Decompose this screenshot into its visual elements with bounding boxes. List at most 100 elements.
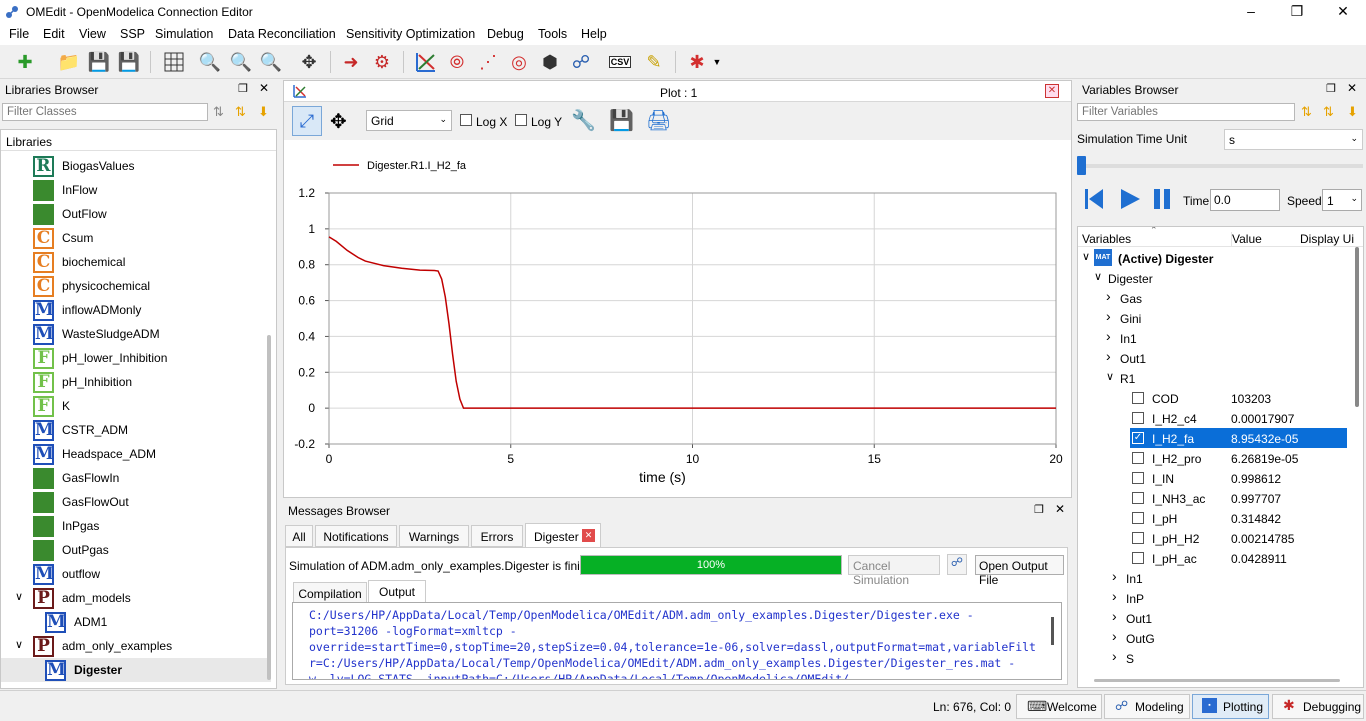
menu-debug[interactable]: Debug bbox=[487, 27, 524, 41]
plot-variable-checkbox[interactable] bbox=[1132, 492, 1144, 504]
expand-arrow-icon[interactable]: › bbox=[1106, 308, 1111, 324]
log-y-checkbox[interactable] bbox=[515, 114, 527, 126]
expand-arrow-icon[interactable]: › bbox=[1112, 648, 1117, 664]
play-icon[interactable] bbox=[1119, 188, 1141, 213]
grid-icon[interactable] bbox=[161, 49, 187, 75]
parametric-plot-icon[interactable]: ⦾ bbox=[444, 49, 470, 75]
variable-row[interactable]: COD 103203 bbox=[1078, 388, 1348, 408]
library-item[interactable]: InPgas bbox=[1, 514, 271, 538]
col-display-unit[interactable]: Display Ui bbox=[1300, 232, 1354, 246]
plot-variable-checkbox[interactable] bbox=[1132, 552, 1144, 564]
library-item[interactable]: OutFlow bbox=[1, 202, 271, 226]
setup-tools-icon[interactable]: 🔧 bbox=[571, 108, 596, 133]
libraries-scrollbar[interactable] bbox=[267, 335, 271, 680]
close-plot-icon[interactable]: ✕ bbox=[1045, 84, 1059, 98]
variable-value[interactable]: 0.00214785 bbox=[1231, 532, 1294, 546]
col-variables[interactable]: Variables bbox=[1082, 232, 1131, 246]
plot-variable-checkbox[interactable] bbox=[1132, 412, 1144, 424]
library-item[interactable]: GasFlowOut bbox=[1, 490, 271, 514]
restart-simulation-icon[interactable]: ☍ bbox=[947, 554, 967, 575]
close-tab-icon[interactable]: ✕ bbox=[582, 529, 595, 542]
tab-output[interactable]: Output bbox=[368, 580, 426, 603]
variable-value[interactable]: 0.00017907 bbox=[1231, 412, 1294, 426]
library-item[interactable]: Moutflow bbox=[1, 562, 271, 586]
variable-row[interactable]: I_IN 0.998612 bbox=[1078, 468, 1348, 488]
auto-scale-icon[interactable]: ⤢ bbox=[292, 106, 322, 136]
variable-tree-node[interactable]: › S bbox=[1078, 648, 1348, 668]
chevron-down-icon[interactable]: ▼ bbox=[710, 49, 724, 75]
variables-scrollbar[interactable] bbox=[1355, 247, 1359, 407]
tab-errors[interactable]: Errors bbox=[471, 525, 523, 547]
plot-variable-checkbox[interactable] bbox=[1132, 532, 1144, 544]
library-item[interactable]: M Headspace_ADM bbox=[1, 442, 271, 466]
library-item[interactable]: FpH_lower_Inhibition bbox=[1, 346, 271, 370]
time-unit-select[interactable]: s ⌄ bbox=[1224, 129, 1363, 150]
variable-row[interactable]: I_pH_ac 0.0428911 bbox=[1078, 548, 1348, 568]
variable-row[interactable]: I_NH3_ac 0.997707 bbox=[1078, 488, 1348, 508]
check-model-icon[interactable]: ➜ bbox=[338, 49, 364, 75]
zoom-out-icon[interactable]: 🔍 bbox=[258, 49, 284, 75]
library-item[interactable]: FpH_Inhibition bbox=[1, 370, 271, 394]
print-icon[interactable]: 🖨 bbox=[646, 108, 671, 133]
perspective-plotting[interactable]: ▪ Plotting bbox=[1192, 694, 1269, 719]
variable-tree-node[interactable]: ∨ MAT (Active) Digester bbox=[1078, 248, 1348, 268]
menu-file[interactable]: File bbox=[9, 27, 29, 41]
variable-tree-node[interactable]: › Out1 bbox=[1078, 608, 1348, 628]
expand-icon[interactable]: ⬇ bbox=[1347, 104, 1358, 120]
time-slider-handle[interactable] bbox=[1077, 156, 1086, 175]
expand-arrow-icon[interactable]: › bbox=[1106, 288, 1111, 304]
variable-value[interactable]: 0.0428911 bbox=[1231, 552, 1287, 566]
debugger-ladybug-icon[interactable]: ✱ bbox=[684, 49, 710, 75]
float-icon[interactable]: ❐ bbox=[1326, 82, 1336, 95]
menu-data-reconciliation[interactable]: Data Reconciliation bbox=[228, 27, 336, 41]
pause-icon[interactable] bbox=[1152, 188, 1172, 213]
time-slider[interactable] bbox=[1077, 164, 1363, 168]
expand-icon[interactable]: ⬇ bbox=[258, 104, 269, 120]
perspective-welcome[interactable]: ⌨ Welcome bbox=[1016, 694, 1102, 719]
variable-value[interactable]: 8.95432e-05 bbox=[1231, 432, 1298, 446]
open-output-file-button[interactable]: Open Output File bbox=[975, 555, 1064, 587]
menu-ssp[interactable]: SSP bbox=[120, 27, 145, 41]
zoom-reset-icon[interactable]: 🔍 bbox=[197, 49, 223, 75]
float-icon[interactable]: ❐ bbox=[238, 82, 248, 95]
variable-tree-node[interactable]: › Out1 bbox=[1078, 348, 1348, 368]
plot-variable-checkbox[interactable]: ✓ bbox=[1132, 432, 1144, 444]
close-icon[interactable]: ✕ bbox=[259, 81, 269, 95]
perspective-modeling[interactable]: ☍ Modeling bbox=[1104, 694, 1190, 719]
clear-broom-icon[interactable]: ✎ bbox=[641, 49, 667, 75]
variable-value[interactable]: 0.314842 bbox=[1231, 512, 1281, 526]
variable-value[interactable]: 0.997707 bbox=[1231, 492, 1281, 506]
save-all-icon[interactable]: 💾 bbox=[116, 49, 142, 75]
grid-select[interactable]: Grid ⌄ bbox=[366, 110, 452, 131]
library-item[interactable]: R BiogasValues bbox=[1, 154, 271, 178]
simulate-icon[interactable]: ⚙ bbox=[369, 49, 395, 75]
cancel-simulation-button[interactable]: Cancel Simulation bbox=[848, 555, 940, 587]
variable-row[interactable]: ✓ I_H2_fa 8.95432e-05 bbox=[1130, 428, 1347, 448]
variable-tree-node[interactable]: › In1 bbox=[1078, 328, 1348, 348]
filter-variables-input[interactable] bbox=[1077, 103, 1295, 121]
library-item[interactable]: M ADM1 bbox=[1, 610, 271, 634]
variable-tree-node[interactable]: › Gini bbox=[1078, 308, 1348, 328]
plot-variable-checkbox[interactable] bbox=[1132, 452, 1144, 464]
variable-value[interactable]: 6.26819e-05 bbox=[1231, 452, 1298, 466]
variables-hscrollbar[interactable] bbox=[1094, 679, 1340, 682]
variable-value[interactable]: 0.998612 bbox=[1231, 472, 1281, 486]
log-scrollbar[interactable] bbox=[1051, 617, 1054, 645]
tab-warnings[interactable]: Warnings bbox=[399, 525, 469, 547]
close-icon[interactable]: ✕ bbox=[1055, 502, 1065, 516]
fit-in-view-icon[interactable]: ✥ bbox=[330, 109, 347, 134]
save-icon[interactable]: 💾 bbox=[86, 49, 112, 75]
variable-tree-node[interactable]: › In1 bbox=[1078, 568, 1348, 588]
close-icon[interactable]: ✕ bbox=[1347, 81, 1357, 95]
variable-tree-node[interactable]: › OutG bbox=[1078, 628, 1348, 648]
new-file-icon[interactable]: ✚ bbox=[12, 49, 38, 75]
expand-arrow-icon[interactable]: ∨ bbox=[15, 638, 23, 651]
close-icon[interactable]: ✕ bbox=[1320, 0, 1366, 24]
library-item[interactable]: InFlow bbox=[1, 178, 271, 202]
open-folder-icon[interactable]: 📁 bbox=[56, 49, 82, 75]
collapse-arrow-icon[interactable]: ∨ bbox=[1106, 370, 1114, 383]
library-item[interactable]: Cphysicochemical bbox=[1, 274, 271, 298]
fit-to-diagram-icon[interactable]: ✥ bbox=[296, 49, 322, 75]
time-input[interactable] bbox=[1210, 189, 1280, 211]
tab-notifications[interactable]: Notifications bbox=[315, 525, 397, 547]
